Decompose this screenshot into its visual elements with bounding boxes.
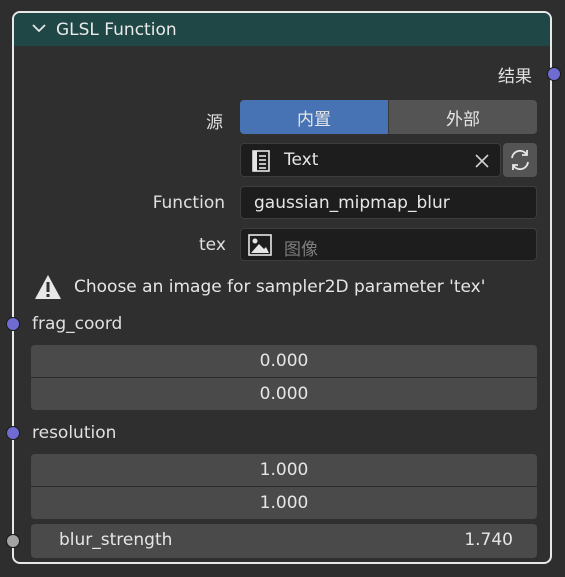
- frag-coord-vector[interactable]: 0.000 0.000: [31, 345, 537, 410]
- tex-placeholder: 图像: [284, 240, 318, 260]
- frag-coord-y-field[interactable]: 0.000: [31, 377, 537, 410]
- chevron-down-icon[interactable]: [32, 23, 46, 33]
- clear-x-icon[interactable]: [474, 153, 490, 169]
- reload-button[interactable]: [503, 143, 537, 177]
- source-label: 源: [206, 113, 223, 133]
- source-internal-button[interactable]: 内置: [240, 100, 388, 134]
- image-icon: [248, 234, 272, 256]
- text-datablock-field[interactable]: Text: [240, 143, 501, 177]
- function-value: gaussian_mipmap_blur: [254, 193, 450, 213]
- blur-strength-socket[interactable]: [6, 534, 20, 548]
- reload-icon: [511, 149, 529, 171]
- warning-icon: [35, 275, 61, 299]
- blur-strength-value: 1.740: [464, 530, 513, 550]
- tex-label: tex: [199, 235, 226, 255]
- frag-coord-x-field[interactable]: 0.000: [31, 345, 537, 377]
- glsl-function-node[interactable]: GLSL Function 结果 源 内置 外部 Text Function g…: [6, 11, 561, 564]
- text-datablock-icon: [252, 150, 270, 172]
- function-label: Function: [152, 193, 225, 213]
- resolution-label: resolution: [32, 423, 117, 443]
- blur-strength-slider[interactable]: blur_strength 1.740: [31, 524, 537, 558]
- text-datablock-name: Text: [284, 150, 319, 170]
- resolution-y-field[interactable]: 1.000: [31, 486, 537, 519]
- source-toggle[interactable]: 内置 外部: [240, 100, 537, 134]
- output-label: 结果: [498, 67, 532, 87]
- resolution-socket[interactable]: [6, 426, 20, 440]
- warning-message: Choose an image for sampler2D parameter …: [74, 277, 486, 297]
- frag-coord-label: frag_coord: [32, 314, 123, 334]
- tex-image-field[interactable]: 图像: [240, 228, 537, 261]
- output-socket[interactable]: [547, 67, 561, 81]
- resolution-vector[interactable]: 1.000 1.000: [31, 454, 537, 519]
- blur-strength-label: blur_strength: [59, 530, 173, 550]
- function-field[interactable]: gaussian_mipmap_blur: [240, 186, 537, 219]
- resolution-x-field[interactable]: 1.000: [31, 454, 537, 486]
- node-title: GLSL Function: [56, 20, 177, 40]
- node-header[interactable]: GLSL Function: [14, 13, 550, 46]
- source-external-button[interactable]: 外部: [388, 100, 537, 134]
- frag-coord-socket[interactable]: [6, 317, 20, 331]
